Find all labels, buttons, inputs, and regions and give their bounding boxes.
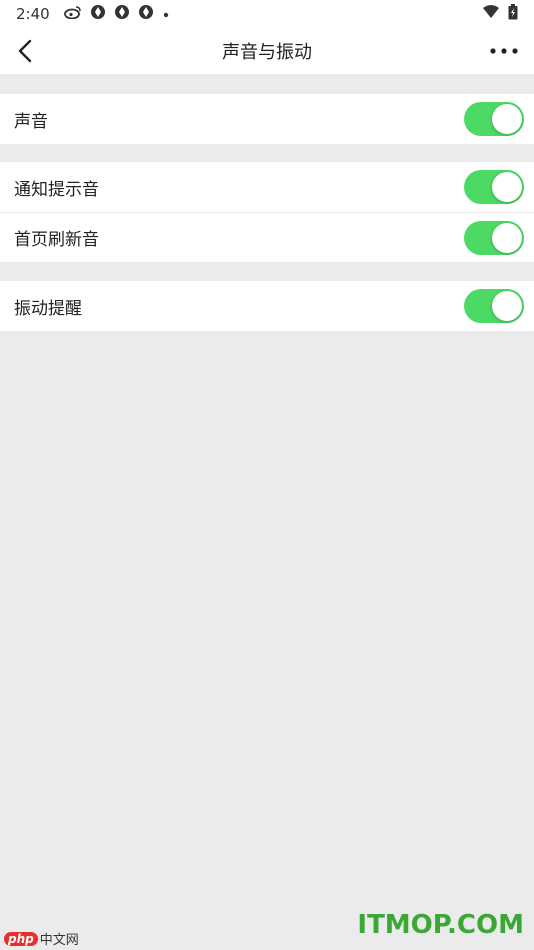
weibo-icon: [63, 5, 82, 23]
sound-vibration-screen: 2:40 声音与振动 声音 通知提示音 首页刷新音 振动提醒 php 中文网 I…: [0, 0, 534, 950]
setting-label-refresh-sound: 首页刷新音: [14, 230, 99, 250]
php-watermark: php 中文网: [4, 929, 79, 948]
setting-label-vibration: 振动提醒: [14, 298, 82, 319]
notification-sound-toggle[interactable]: [464, 170, 524, 204]
status-time: 2:40: [16, 5, 50, 23]
sound-toggle[interactable]: [464, 102, 524, 136]
settings-group-alerts: 通知提示音 首页刷新音: [0, 162, 534, 262]
setting-label-sound: 声音: [14, 111, 48, 132]
chevron-left-icon: [18, 39, 32, 63]
settings-group-vibration: 振动提醒: [0, 281, 534, 331]
app-header: 声音与振动: [0, 28, 534, 74]
setting-row-refresh-sound: 首页刷新音: [0, 212, 534, 262]
toggle-knob: [492, 223, 522, 253]
itmop-watermark: ITMOP.COM: [357, 910, 524, 940]
status-right-icons: [482, 4, 518, 24]
more-button[interactable]: [488, 36, 520, 66]
page-title: 声音与振动: [222, 42, 312, 63]
settings-group-sound: 声音: [0, 94, 534, 144]
setting-row-sound: 声音: [0, 94, 534, 144]
setting-row-notification-sound: 通知提示音: [0, 162, 534, 212]
setting-label-notification-sound: 通知提示音: [14, 179, 99, 200]
toggle-knob: [492, 104, 522, 134]
app-icon: [114, 4, 130, 24]
app-icon: [138, 4, 154, 24]
app-icon: [90, 4, 106, 24]
vibration-toggle[interactable]: [464, 289, 524, 323]
php-watermark-text: 中文网: [39, 933, 79, 948]
toggle-knob: [492, 291, 522, 321]
wifi-icon: [482, 5, 500, 23]
php-logo: php: [4, 931, 38, 946]
setting-row-vibration: 振动提醒: [0, 281, 534, 331]
toggle-knob: [492, 172, 522, 202]
battery-icon: [508, 4, 518, 24]
status-bar: 2:40: [0, 0, 534, 28]
refresh-sound-toggle[interactable]: [464, 221, 524, 255]
back-button[interactable]: [8, 34, 42, 68]
dot-icon: [162, 5, 170, 23]
more-horizontal-icon: [490, 48, 518, 54]
